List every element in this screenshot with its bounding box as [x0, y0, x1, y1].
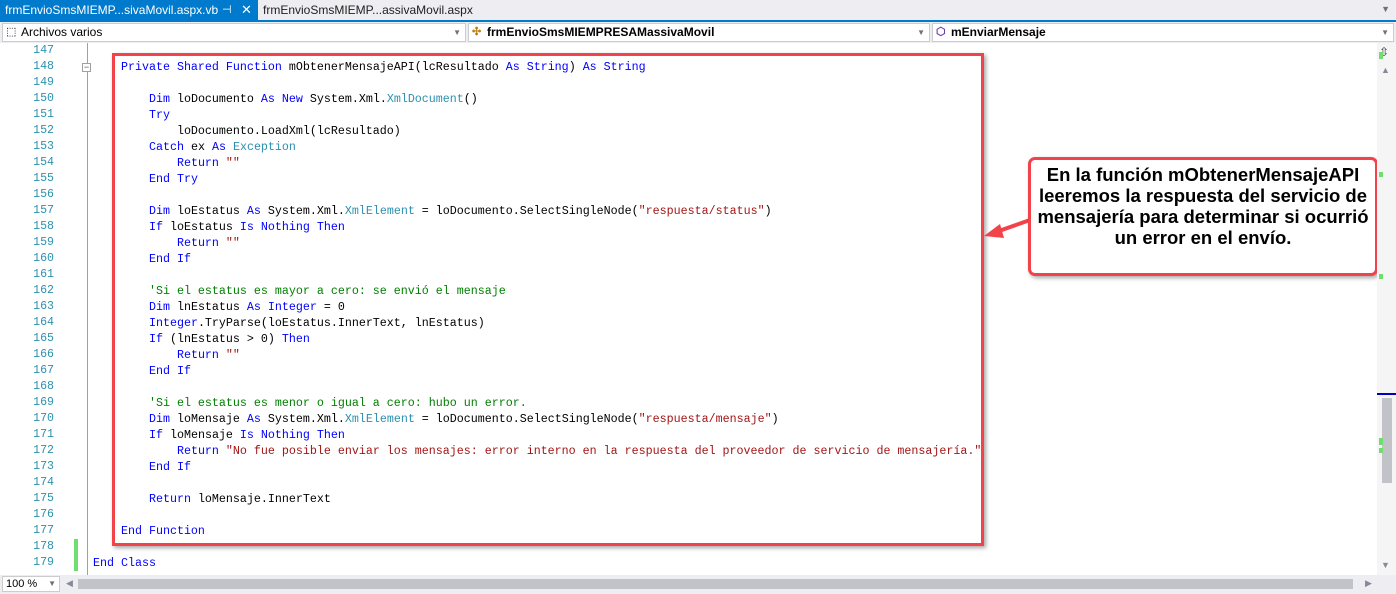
- line-number: 168: [33, 380, 54, 393]
- line-number: 159: [33, 236, 54, 249]
- scroll-down-icon[interactable]: ▼: [1381, 560, 1390, 570]
- document-tab-bar: frmEnvioSmsMIEMP...sivaMovil.aspx.vb ⊣ ✕ f…: [0, 0, 1396, 22]
- annotation-callout: En la función mObtenerMensajeAPI leeremo…: [1028, 157, 1378, 276]
- tab-overflow-chevron-icon[interactable]: ▼: [1381, 4, 1390, 14]
- change-marker: [1379, 172, 1383, 177]
- files-icon: ⬚: [6, 26, 17, 38]
- project-value: Archivos varios: [21, 25, 103, 39]
- line-number: 167: [33, 364, 54, 377]
- line-number: 154: [33, 156, 54, 169]
- line-number: 158: [33, 220, 54, 233]
- line-number-gutter: − 147 148 149 150 151 152 153 154 155 156 157 158 15…: [0, 43, 91, 575]
- line-number: 157: [33, 204, 54, 217]
- zoom-value: 100 %: [6, 578, 38, 590]
- class-dropdown[interactable]: ✣ frmEnvioSmsMIEMPRESAMassivaMovil ▼: [468, 23, 930, 42]
- pin-icon[interactable]: ⊣: [222, 0, 232, 20]
- line-number: 174: [33, 476, 54, 489]
- line-number: 164: [33, 316, 54, 329]
- horizontal-scroll-thumb[interactable]: [78, 579, 1353, 589]
- line-number: 173: [33, 460, 54, 473]
- tab-vb-file[interactable]: frmEnvioSmsMIEMP...sivaMovil.aspx.vb ⊣ ✕: [0, 0, 258, 20]
- line-number: 153: [33, 140, 54, 153]
- line-number: 156: [33, 188, 54, 201]
- line-number: 169: [33, 396, 54, 409]
- caret-marker: [1377, 393, 1396, 395]
- line-number: 176: [33, 508, 54, 521]
- line-number: 163: [33, 300, 54, 313]
- change-marker: [1379, 448, 1383, 453]
- line-number: 175: [33, 492, 54, 505]
- chevron-down-icon: ▼: [48, 579, 56, 588]
- collapse-icon[interactable]: −: [82, 63, 91, 72]
- zoom-dropdown[interactable]: 100 % ▼: [2, 576, 60, 592]
- vertical-scrollbar[interactable]: ⇳ ▲ ▼: [1377, 43, 1396, 575]
- line-number: 151: [33, 108, 54, 121]
- line-number: 150: [33, 92, 54, 105]
- chevron-down-icon: ▼: [453, 28, 461, 37]
- highlight-box: [112, 53, 984, 546]
- chevron-down-icon: ▼: [1381, 28, 1389, 37]
- line-number: 155: [33, 172, 54, 185]
- line-number: 152: [33, 124, 54, 137]
- callout-text: En la función mObtenerMensajeAPI leeremo…: [1037, 164, 1369, 248]
- scroll-left-icon[interactable]: ◀: [66, 578, 73, 589]
- close-icon[interactable]: ✕: [241, 0, 252, 20]
- change-marker: [74, 539, 78, 571]
- line-number: 178: [33, 540, 54, 553]
- scroll-right-icon[interactable]: ▶: [1365, 578, 1372, 589]
- class-value: frmEnvioSmsMIEMPRESAMassivaMovil: [487, 25, 715, 39]
- scroll-thumb[interactable]: [1382, 398, 1392, 483]
- keyword-token: End Class: [93, 556, 156, 570]
- tab-label: frmEnvioSmsMIEMP...sivaMovil.aspx.vb: [5, 3, 219, 17]
- line-number: 171: [33, 428, 54, 441]
- code-editor[interactable]: − 147 148 149 150 151 152 153 154 155 156 157 158 15…: [0, 43, 1377, 575]
- tab-aspx-file[interactable]: frmEnvioSmsMIEMP...assivaMovil.aspx: [258, 0, 478, 20]
- line-number: 165: [33, 332, 54, 345]
- change-marker: [1379, 438, 1383, 445]
- code-line: End Class: [93, 555, 156, 571]
- method-icon: ⬡: [936, 26, 946, 38]
- line-number: 172: [33, 444, 54, 457]
- navigation-bar: ⬚ Archivos varios ▼ ✣ frmEnvioSmsMIEMPRESAM…: [0, 22, 1396, 43]
- line-number: 160: [33, 252, 54, 265]
- line-number: 148: [33, 60, 54, 73]
- line-number: 179: [33, 556, 54, 569]
- chevron-down-icon: ▼: [917, 28, 925, 37]
- line-number: 170: [33, 412, 54, 425]
- tab-label: frmEnvioSmsMIEMP...assivaMovil.aspx: [263, 3, 473, 17]
- line-number: 161: [33, 268, 54, 281]
- line-number: 177: [33, 524, 54, 537]
- line-number: 162: [33, 284, 54, 297]
- line-number: 166: [33, 348, 54, 361]
- line-number: 147: [33, 44, 54, 57]
- change-marker: [1379, 274, 1383, 279]
- scroll-up-icon[interactable]: ▲: [1381, 65, 1390, 75]
- member-value: mEnviarMensaje: [951, 25, 1046, 39]
- editor-status-bar: 100 % ▼ ◀ ▶: [0, 575, 1396, 594]
- change-marker: [1379, 52, 1383, 59]
- project-dropdown[interactable]: ⬚ Archivos varios ▼: [2, 23, 466, 42]
- line-number: 149: [33, 76, 54, 89]
- class-icon: ✣: [472, 26, 482, 38]
- member-dropdown[interactable]: ⬡ mEnviarMensaje ▼: [932, 23, 1394, 42]
